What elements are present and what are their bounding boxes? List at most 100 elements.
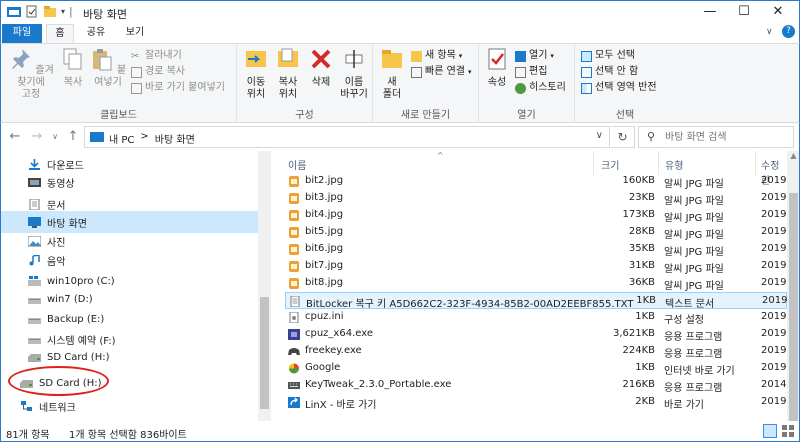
file-row[interactable]: bit3.jpg 23KB 알씨 JPG 파일 2019-: [285, 190, 787, 207]
file-date: 2019-: [761, 243, 787, 254]
delete-button[interactable]: 삭제: [307, 47, 335, 89]
qat-dropdown-icon[interactable]: ▾: [61, 7, 65, 16]
pin-to-quick-access-button[interactable]: 즐겨찾기에 고정: [5, 47, 57, 101]
file-date: 2019-: [761, 362, 787, 373]
file-size: 36KB: [628, 277, 655, 288]
details-view-button[interactable]: [763, 424, 777, 438]
tab-share[interactable]: 공유: [79, 24, 113, 43]
large-icons-icon: [782, 425, 794, 437]
file-type: 인터넷 바로 가기: [664, 366, 735, 377]
drive-icon: [28, 314, 41, 325]
file-row[interactable]: bit2.jpg 160KB 알씨 JPG 파일 2019-: [285, 173, 787, 190]
nav-item[interactable]: win7 (D:): [1, 288, 259, 310]
new-item-button[interactable]: 새 항목 ▾: [411, 49, 462, 63]
breadcrumb-pc[interactable]: 내 PC: [109, 131, 134, 146]
file-row[interactable]: bit8.jpg 36KB 알씨 JPG 파일 2019-: [285, 275, 787, 292]
jpg-file-icon: [288, 244, 300, 255]
breadcrumb-separator[interactable]: >: [140, 131, 148, 146]
navigation-scroll-thumb[interactable]: [260, 297, 269, 409]
properties-button[interactable]: 속성: [483, 47, 511, 89]
forward-button[interactable]: →: [29, 129, 45, 145]
column-name[interactable]: 이름: [288, 157, 306, 172]
file-row[interactable]: bit5.jpg 28KB 알씨 JPG 파일 2019-: [285, 224, 787, 241]
tab-home[interactable]: 홈: [46, 24, 74, 43]
easy-access-button[interactable]: 빠른 연결 ▾: [411, 65, 472, 79]
nav-item[interactable]: Backup (E:): [1, 308, 259, 330]
move-to-label: 이동 위치: [246, 77, 266, 100]
copy-to-button[interactable]: 복사 위치: [273, 47, 303, 101]
file-list-scroll-thumb[interactable]: [789, 193, 798, 421]
title-separator: |: [69, 5, 73, 18]
column-divider[interactable]: [593, 151, 594, 175]
file-row[interactable]: bit4.jpg 173KB 알씨 JPG 파일 2019-: [285, 207, 787, 224]
file-list-scrollbar[interactable]: ▲: [787, 151, 800, 421]
new-folder-button[interactable]: 새 폴더: [377, 47, 407, 101]
copy-path-button[interactable]: 경로 복사: [131, 65, 185, 79]
file-row[interactable]: KeyTweak_2.3.0_Portable.exe 216KB 응용 프로그램 2…: [285, 377, 787, 394]
select-group: 모두 선택 선택 안 함 선택 영역 반전 선택: [575, 44, 675, 123]
invert-selection-button[interactable]: 선택 영역 반전: [581, 81, 657, 95]
file-size: 28KB: [628, 226, 655, 237]
refresh-button[interactable]: ↻: [611, 126, 635, 148]
breadcrumb-desktop[interactable]: 바탕 화면: [155, 131, 195, 146]
nav-item[interactable]: 동영상: [1, 171, 259, 193]
address-bar[interactable]: 내 PC > 바탕 화면 ∨: [84, 126, 610, 148]
file-type: 응용 프로그램: [664, 332, 723, 343]
column-divider[interactable]: [658, 151, 659, 175]
music-icon: [28, 253, 41, 266]
history-icon: [515, 82, 526, 94]
history-button[interactable]: 히스토리: [515, 81, 566, 95]
recent-locations-button[interactable]: ∨: [47, 129, 63, 145]
copy-label: 복사: [63, 77, 83, 88]
close-button[interactable]: ✕: [761, 1, 795, 25]
edit-label: 편집: [529, 66, 548, 77]
cut-button[interactable]: ✂ 잘라내기: [131, 49, 182, 63]
file-row[interactable]: bit6.jpg 35KB 알씨 JPG 파일 2019-: [285, 241, 787, 258]
minimize-button[interactable]: —: [693, 1, 727, 25]
file-row[interactable]: LinX - 바로 가기 2KB 바로 가기 2019-: [285, 394, 787, 411]
search-input[interactable]: [665, 129, 789, 145]
new-folder-icon[interactable]: [43, 5, 57, 18]
file-name: cpuz.ini: [305, 311, 344, 322]
open-button[interactable]: 열기 ▾: [515, 49, 554, 63]
tab-file[interactable]: 파일: [2, 24, 42, 43]
move-to-button[interactable]: 이동 위치: [241, 47, 271, 101]
address-dropdown-icon[interactable]: ∨: [596, 130, 603, 141]
scroll-up-icon[interactable]: ▲: [787, 151, 800, 164]
new-folder-icon: [382, 50, 402, 68]
nav-item[interactable]: SD Card (H:): [1, 346, 259, 368]
file-row[interactable]: BitLocker 복구 키 A5D662C2-323F-4934-85B2-0…: [285, 292, 787, 310]
file-row[interactable]: bit7.jpg 31KB 알씨 JPG 파일 2019-: [285, 258, 787, 275]
nav-item[interactable]: 네트워크: [1, 395, 259, 417]
edit-button[interactable]: 편집: [515, 65, 547, 79]
column-type[interactable]: 유형: [665, 157, 683, 172]
large-icons-view-button[interactable]: [781, 424, 795, 438]
file-row[interactable]: freekey.exe 224KB 응용 프로그램 2019-: [285, 343, 787, 360]
select-none-button[interactable]: 선택 안 함: [581, 65, 638, 79]
properties-icon[interactable]: [25, 5, 39, 18]
rename-button[interactable]: 이름 바꾸기: [337, 47, 371, 101]
tab-view[interactable]: 보기: [118, 24, 152, 43]
nav-item-label: 음악: [47, 256, 66, 268]
file-row[interactable]: cpuz_x64.exe 3,621KB 응용 프로그램 2019-: [285, 326, 787, 343]
file-row[interactable]: Google 1KB 인터넷 바로 가기 2019-: [285, 360, 787, 377]
back-button[interactable]: ←: [7, 129, 23, 145]
search-box[interactable]: ⚲: [638, 126, 794, 148]
column-headers: ^ 이름 크기 유형 수정한: [271, 151, 787, 187]
ribbon-expand-icon[interactable]: ∨: [766, 27, 773, 37]
maximize-button[interactable]: ☐: [727, 1, 761, 25]
file-row[interactable]: cpuz.ini 1KB 구성 설정 2019-: [285, 309, 787, 326]
column-size[interactable]: 크기: [601, 157, 619, 172]
help-icon[interactable]: ?: [782, 25, 795, 38]
nav-item[interactable]: 음악: [1, 249, 259, 271]
select-all-button[interactable]: 모두 선택: [581, 49, 635, 63]
copy-button[interactable]: 복사: [59, 47, 87, 89]
cut-label: 잘라내기: [145, 50, 182, 61]
file-date: 2019-: [761, 345, 787, 356]
paste-shortcut-button[interactable]: 바로 가기 붙여넣기: [131, 81, 225, 95]
up-button[interactable]: ↑: [65, 129, 81, 145]
navigation-scrollbar[interactable]: [258, 151, 271, 421]
paste-button[interactable]: 붙여넣기: [89, 47, 127, 89]
column-divider[interactable]: [755, 151, 756, 175]
file-name: Google: [305, 362, 341, 373]
